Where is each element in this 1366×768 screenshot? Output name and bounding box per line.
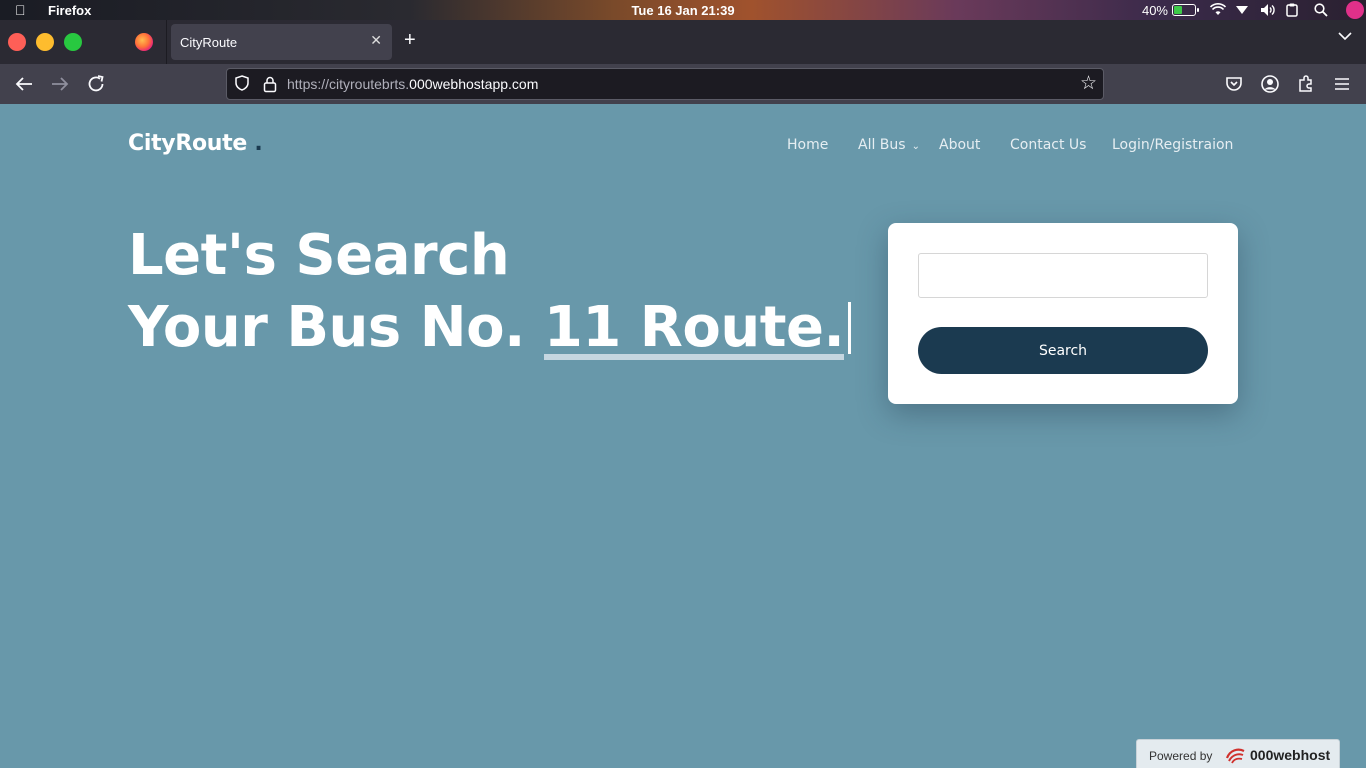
nav-link-home[interactable]: Home — [787, 137, 828, 153]
extensions-puzzle-icon[interactable] — [1296, 74, 1316, 94]
search-button[interactable]: Search — [918, 327, 1208, 374]
lock-icon[interactable] — [263, 75, 277, 93]
tab-close-icon[interactable]: ✕ — [370, 32, 382, 49]
nav-link-login[interactable]: Login/Registraion — [1112, 137, 1233, 153]
list-all-tabs-chevron-icon[interactable] — [1338, 31, 1352, 41]
volume-icon[interactable] — [1260, 0, 1276, 20]
browser-tab-strip: CityRoute ✕ + — [0, 20, 1366, 64]
bookmark-star-icon[interactable]: ☆ — [1080, 72, 1097, 95]
reload-icon[interactable] — [84, 72, 108, 96]
browser-navigation-toolbar: https://cityroutebrts.000webhostapp.com … — [0, 64, 1366, 104]
url-prefix: https://cityroutebrts. — [287, 76, 410, 92]
back-arrow-icon[interactable] — [12, 72, 36, 96]
battery-level-fill — [1174, 6, 1182, 14]
tab-cityroute[interactable]: CityRoute ✕ — [171, 24, 392, 60]
tracking-protection-shield-icon[interactable] — [235, 75, 249, 91]
nav-link-all-bus[interactable]: All Bus ⌄ — [858, 137, 920, 153]
powered-by-brand: 000webhost — [1250, 747, 1331, 763]
nav-all-bus-label: All Bus — [858, 137, 906, 153]
powered-by-badge[interactable]: Powered by 000webhost — [1136, 739, 1340, 768]
url-text[interactable]: https://cityroutebrts.000webhostapp.com — [287, 76, 538, 92]
account-icon[interactable] — [1260, 74, 1280, 94]
wifi-icon[interactable] — [1210, 0, 1226, 20]
site-logo[interactable]: CityRoute . — [128, 131, 263, 156]
clipboard-icon[interactable] — [1286, 0, 1298, 20]
hero-line-2-prefix: Your Bus No. — [128, 295, 544, 360]
nav-link-about[interactable]: About — [939, 137, 980, 153]
tab-title: CityRoute — [180, 35, 238, 50]
typing-cursor — [848, 302, 852, 354]
battery-icon[interactable] — [1172, 4, 1199, 16]
site-brand-name: CityRoute — [128, 131, 247, 156]
dropdown-triangle-icon[interactable] — [1236, 0, 1248, 20]
forward-arrow-icon[interactable] — [48, 72, 72, 96]
bus-search-input[interactable] — [918, 253, 1208, 298]
user-avatar-icon[interactable] — [1346, 1, 1364, 19]
menubar-status-area: 40% — [1142, 0, 1366, 20]
hero-typed-text: 11 Route. — [543, 292, 845, 364]
window-close-button[interactable] — [8, 33, 26, 51]
new-tab-plus-icon[interactable]: + — [404, 29, 416, 52]
macos-menu-bar:  Firefox Tue 16 Jan 21:39 40% — [0, 0, 1366, 20]
hero-line-1: Let's Search — [128, 223, 510, 288]
firefox-logo-icon[interactable] — [135, 33, 153, 51]
hamburger-menu-icon[interactable] — [1332, 74, 1352, 94]
apple-icon[interactable]:  — [15, 2, 26, 18]
000webhost-logo-icon — [1225, 748, 1245, 764]
web-page: CityRoute . Home All Bus ⌄ About Contact … — [0, 104, 1366, 768]
battery-percent: 40% — [1141, 2, 1168, 18]
powered-by-label: Powered by — [1149, 749, 1213, 763]
chevron-down-icon: ⌄ — [911, 141, 920, 152]
pocket-icon[interactable] — [1224, 74, 1244, 94]
hero-heading: Let's Search Your Bus No. 11 Route. — [128, 220, 852, 364]
tab-strip-divider — [166, 20, 167, 64]
typed-text-value: 11 Route. — [543, 295, 845, 360]
search-icon[interactable] — [1314, 0, 1328, 20]
address-bar[interactable]: https://cityroutebrts.000webhostapp.com … — [226, 68, 1104, 100]
window-zoom-button[interactable] — [64, 33, 82, 51]
search-card: Search — [888, 223, 1238, 404]
url-domain: 000webhostapp.com — [409, 76, 539, 92]
site-brand-dot: . — [254, 131, 263, 156]
hero-line-2: Your Bus No. 11 Route. — [128, 292, 852, 364]
active-app-name[interactable]: Firefox — [48, 3, 91, 18]
nav-link-contact[interactable]: Contact Us — [1010, 137, 1086, 153]
window-minimize-button[interactable] — [36, 33, 54, 51]
